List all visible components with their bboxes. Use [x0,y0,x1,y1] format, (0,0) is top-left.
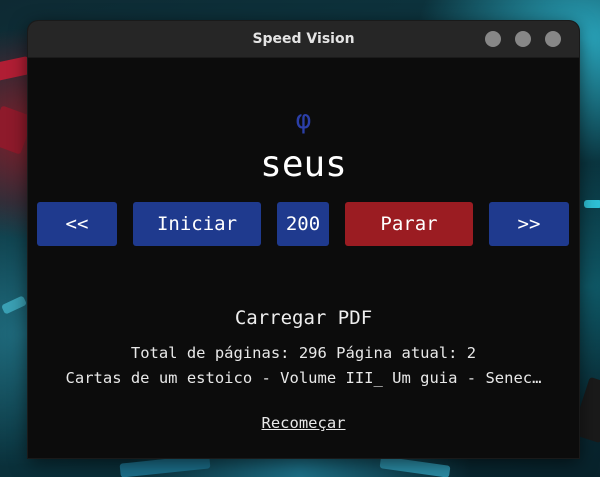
minimize-button[interactable] [485,31,501,47]
restart-link[interactable]: Recomeçar [28,413,579,433]
wallpaper-shape [0,56,32,82]
stop-button[interactable]: Parar [345,202,473,246]
app-window: Speed Vision φ seus << Iniciar Parar >> … [28,21,579,458]
title-bar[interactable]: Speed Vision [28,21,579,58]
current-word: seus [260,144,347,185]
reader-panel: φ seus << Iniciar Parar >> Carregar PDF … [28,58,579,458]
wallpaper-shape [1,295,27,315]
speed-input[interactable] [277,202,329,246]
focus-symbol: φ [295,105,312,135]
next-button[interactable]: >> [489,202,569,246]
page-info: Total de páginas: 296 Página atual: 2 [130,344,477,362]
close-button[interactable] [545,31,561,47]
wallpaper-shape [379,456,451,477]
maximize-button[interactable] [515,31,531,47]
previous-button[interactable]: << [37,202,117,246]
wallpaper-shape [584,200,600,208]
start-button[interactable]: Iniciar [133,202,261,246]
load-pdf-button[interactable]: Carregar PDF [28,306,579,330]
file-name: Cartas de um estoico - Volume III_ Um gu… [65,369,542,387]
